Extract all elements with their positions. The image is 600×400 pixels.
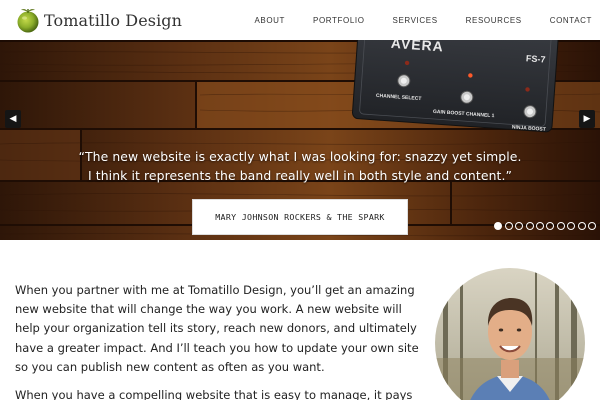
site-header: Tomatillo Design ABOUT PORTFOLIO SERVICE… xyxy=(0,0,600,40)
quote-line-1: “The new website is exactly what I was l… xyxy=(78,149,522,164)
logo[interactable]: Tomatillo Design xyxy=(16,5,182,35)
intro-paragraph-1: When you partner with me at Tomatillo De… xyxy=(15,283,419,374)
nav-portfolio[interactable]: PORTFOLIO xyxy=(313,16,364,25)
slide-dot[interactable] xyxy=(525,222,534,230)
knob-label-1: CHANNEL SELECT xyxy=(376,93,422,102)
nav-services[interactable]: SERVICES xyxy=(393,16,438,25)
slide-dot[interactable] xyxy=(515,222,524,230)
prev-slide-button[interactable]: ◀ xyxy=(5,110,21,128)
chevron-left-icon: ◀ xyxy=(9,114,17,124)
knob-label-3: NINJA BOOST xyxy=(512,124,546,132)
knob-label-2: GAIN BOOST CHANNEL 1 xyxy=(433,109,495,119)
intro-text: When you partner with me at Tomatillo De… xyxy=(15,281,427,400)
slide-dot[interactable] xyxy=(556,222,565,230)
slide-dot[interactable] xyxy=(504,222,513,230)
nav-about[interactable]: ABOUT xyxy=(254,16,285,25)
slide-dot[interactable] xyxy=(494,222,503,230)
slide-dot[interactable] xyxy=(577,222,586,230)
slide-dot[interactable] xyxy=(536,222,545,230)
testimonial-quote: “The new website is exactly what I was l… xyxy=(40,147,560,185)
intro-paragraph-2: When you have a compelling website that … xyxy=(15,388,413,400)
slide-pagination xyxy=(492,222,596,230)
main-nav: ABOUT PORTFOLIO SERVICES RESOURCES CONTA… xyxy=(254,0,592,40)
nav-resources[interactable]: RESOURCES xyxy=(466,16,522,25)
slide-dot[interactable] xyxy=(546,222,555,230)
site-name: Tomatillo Design xyxy=(44,10,183,30)
testimonial-attribution: MARY JOHNSON ROCKERS & THE SPARK xyxy=(192,199,408,235)
tomatillo-icon xyxy=(16,7,40,33)
profile-photo xyxy=(435,268,585,400)
next-slide-button[interactable]: ▶ xyxy=(579,110,595,128)
pedal-brand: AVERA xyxy=(390,40,444,54)
pedal-model: FS-7 xyxy=(526,53,546,64)
chevron-right-icon: ▶ xyxy=(583,114,591,124)
nav-contact[interactable]: CONTACT xyxy=(550,16,592,25)
quote-line-2: I think it represents the band really we… xyxy=(87,168,513,183)
slide-dot[interactable] xyxy=(567,222,576,230)
slide-dot[interactable] xyxy=(588,222,596,230)
testimonial-slider: AVERA FS-7 CHANNEL SELECT GAIN BOOST CHA… xyxy=(0,40,600,240)
